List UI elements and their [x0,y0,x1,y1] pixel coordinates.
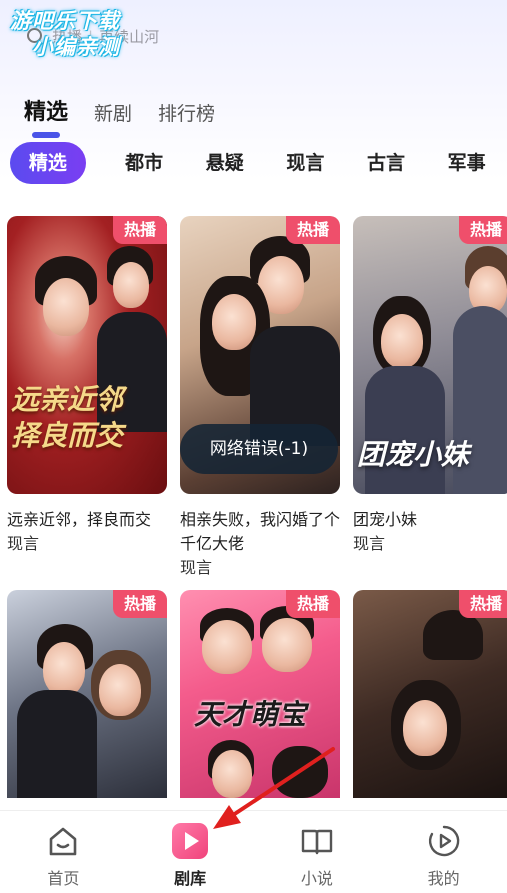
nav-home[interactable]: 首页 [0,811,127,893]
book-icon [299,823,335,859]
drama-card[interactable]: 团宠小妹 热播 团宠小妹 现言 [353,216,507,580]
poster-title: 团宠小妹 [357,438,470,471]
drama-poster[interactable]: 团宠小妹 热播 [353,216,507,494]
category-bar: 精选 都市 悬疑 现言 古言 军事 [10,142,507,184]
main-tabs: 精选 新剧 排行榜 [24,94,215,138]
mine-icon [426,823,462,859]
home-icon [45,823,81,859]
category-military[interactable]: 军事 [426,142,507,184]
category-ancient-romance[interactable]: 古言 [346,142,427,184]
drama-tag: 现言 [7,534,40,553]
drama-card[interactable]: 远亲近邻 择良而交 热播 远亲近邻，择良而交 现言 [7,216,167,580]
drama-tag: 现言 [353,534,386,553]
hot-badge: 热播 [113,590,167,618]
hot-badge: 热播 [286,590,340,618]
hot-badge: 热播 [459,590,507,618]
poster-title: 远亲近邻 择良而交 [11,383,124,452]
watermark-line1: 游吧乐下载 [10,9,120,33]
category-modern-romance[interactable]: 现言 [265,142,346,184]
drama-grid: 远亲近邻 择良而交 热播 远亲近邻，择良而交 现言 热播 相亲失败，我闪婚了个千… [7,216,507,798]
drama-poster[interactable]: 热播 [353,590,507,798]
network-error-toast: 网络错误(-1) [180,424,338,474]
hot-badge: 热播 [113,216,167,244]
nav-mine-label: 我的 [427,869,460,888]
hot-badge: 热播 [459,216,507,244]
drama-poster[interactable]: 天才萌宝 热播 [180,590,340,798]
hot-badge: 热播 [286,216,340,244]
nav-drama-library[interactable]: 剧库 [127,811,254,893]
nav-novel[interactable]: 小说 [254,811,381,893]
tab-featured[interactable]: 精选 [24,94,68,138]
drama-card[interactable]: 天才萌宝 热播 [180,590,340,798]
tab-ranking[interactable]: 排行榜 [158,99,215,138]
nav-novel-label: 小说 [300,869,333,888]
bottom-nav: 首页 剧库 小说 我的 [0,810,507,893]
nav-home-label: 首页 [47,869,80,888]
drama-title: 相亲失败，我闪婚了个千亿大佬 [180,510,341,553]
drama-card[interactable]: 热播 [7,590,167,798]
tab-new-drama[interactable]: 新剧 [94,99,132,138]
play-icon [172,823,209,859]
category-suspense[interactable]: 悬疑 [184,142,265,184]
drama-card[interactable]: 热播 [353,590,507,798]
category-featured[interactable]: 精选 [10,142,86,184]
drama-tag: 现言 [180,558,213,577]
watermark-line2: 小编亲测 [32,35,120,59]
category-urban[interactable]: 都市 [104,142,185,184]
drama-title: 团宠小妹 [353,510,418,529]
drama-title: 远亲近邻，择良而交 [7,510,152,529]
drama-poster[interactable]: 远亲近邻 择良而交 热播 [7,216,167,494]
drama-card[interactable]: 热播 相亲失败，我闪婚了个千亿大佬 现言 [180,216,340,580]
poster-title: 天才萌宝 [194,698,307,731]
nav-mine[interactable]: 我的 [380,811,507,893]
nav-drama-library-label: 剧库 [174,869,207,888]
watermark-logo: 游吧乐下载 小编亲测 [10,8,120,60]
drama-poster[interactable]: 热播 [7,590,167,798]
